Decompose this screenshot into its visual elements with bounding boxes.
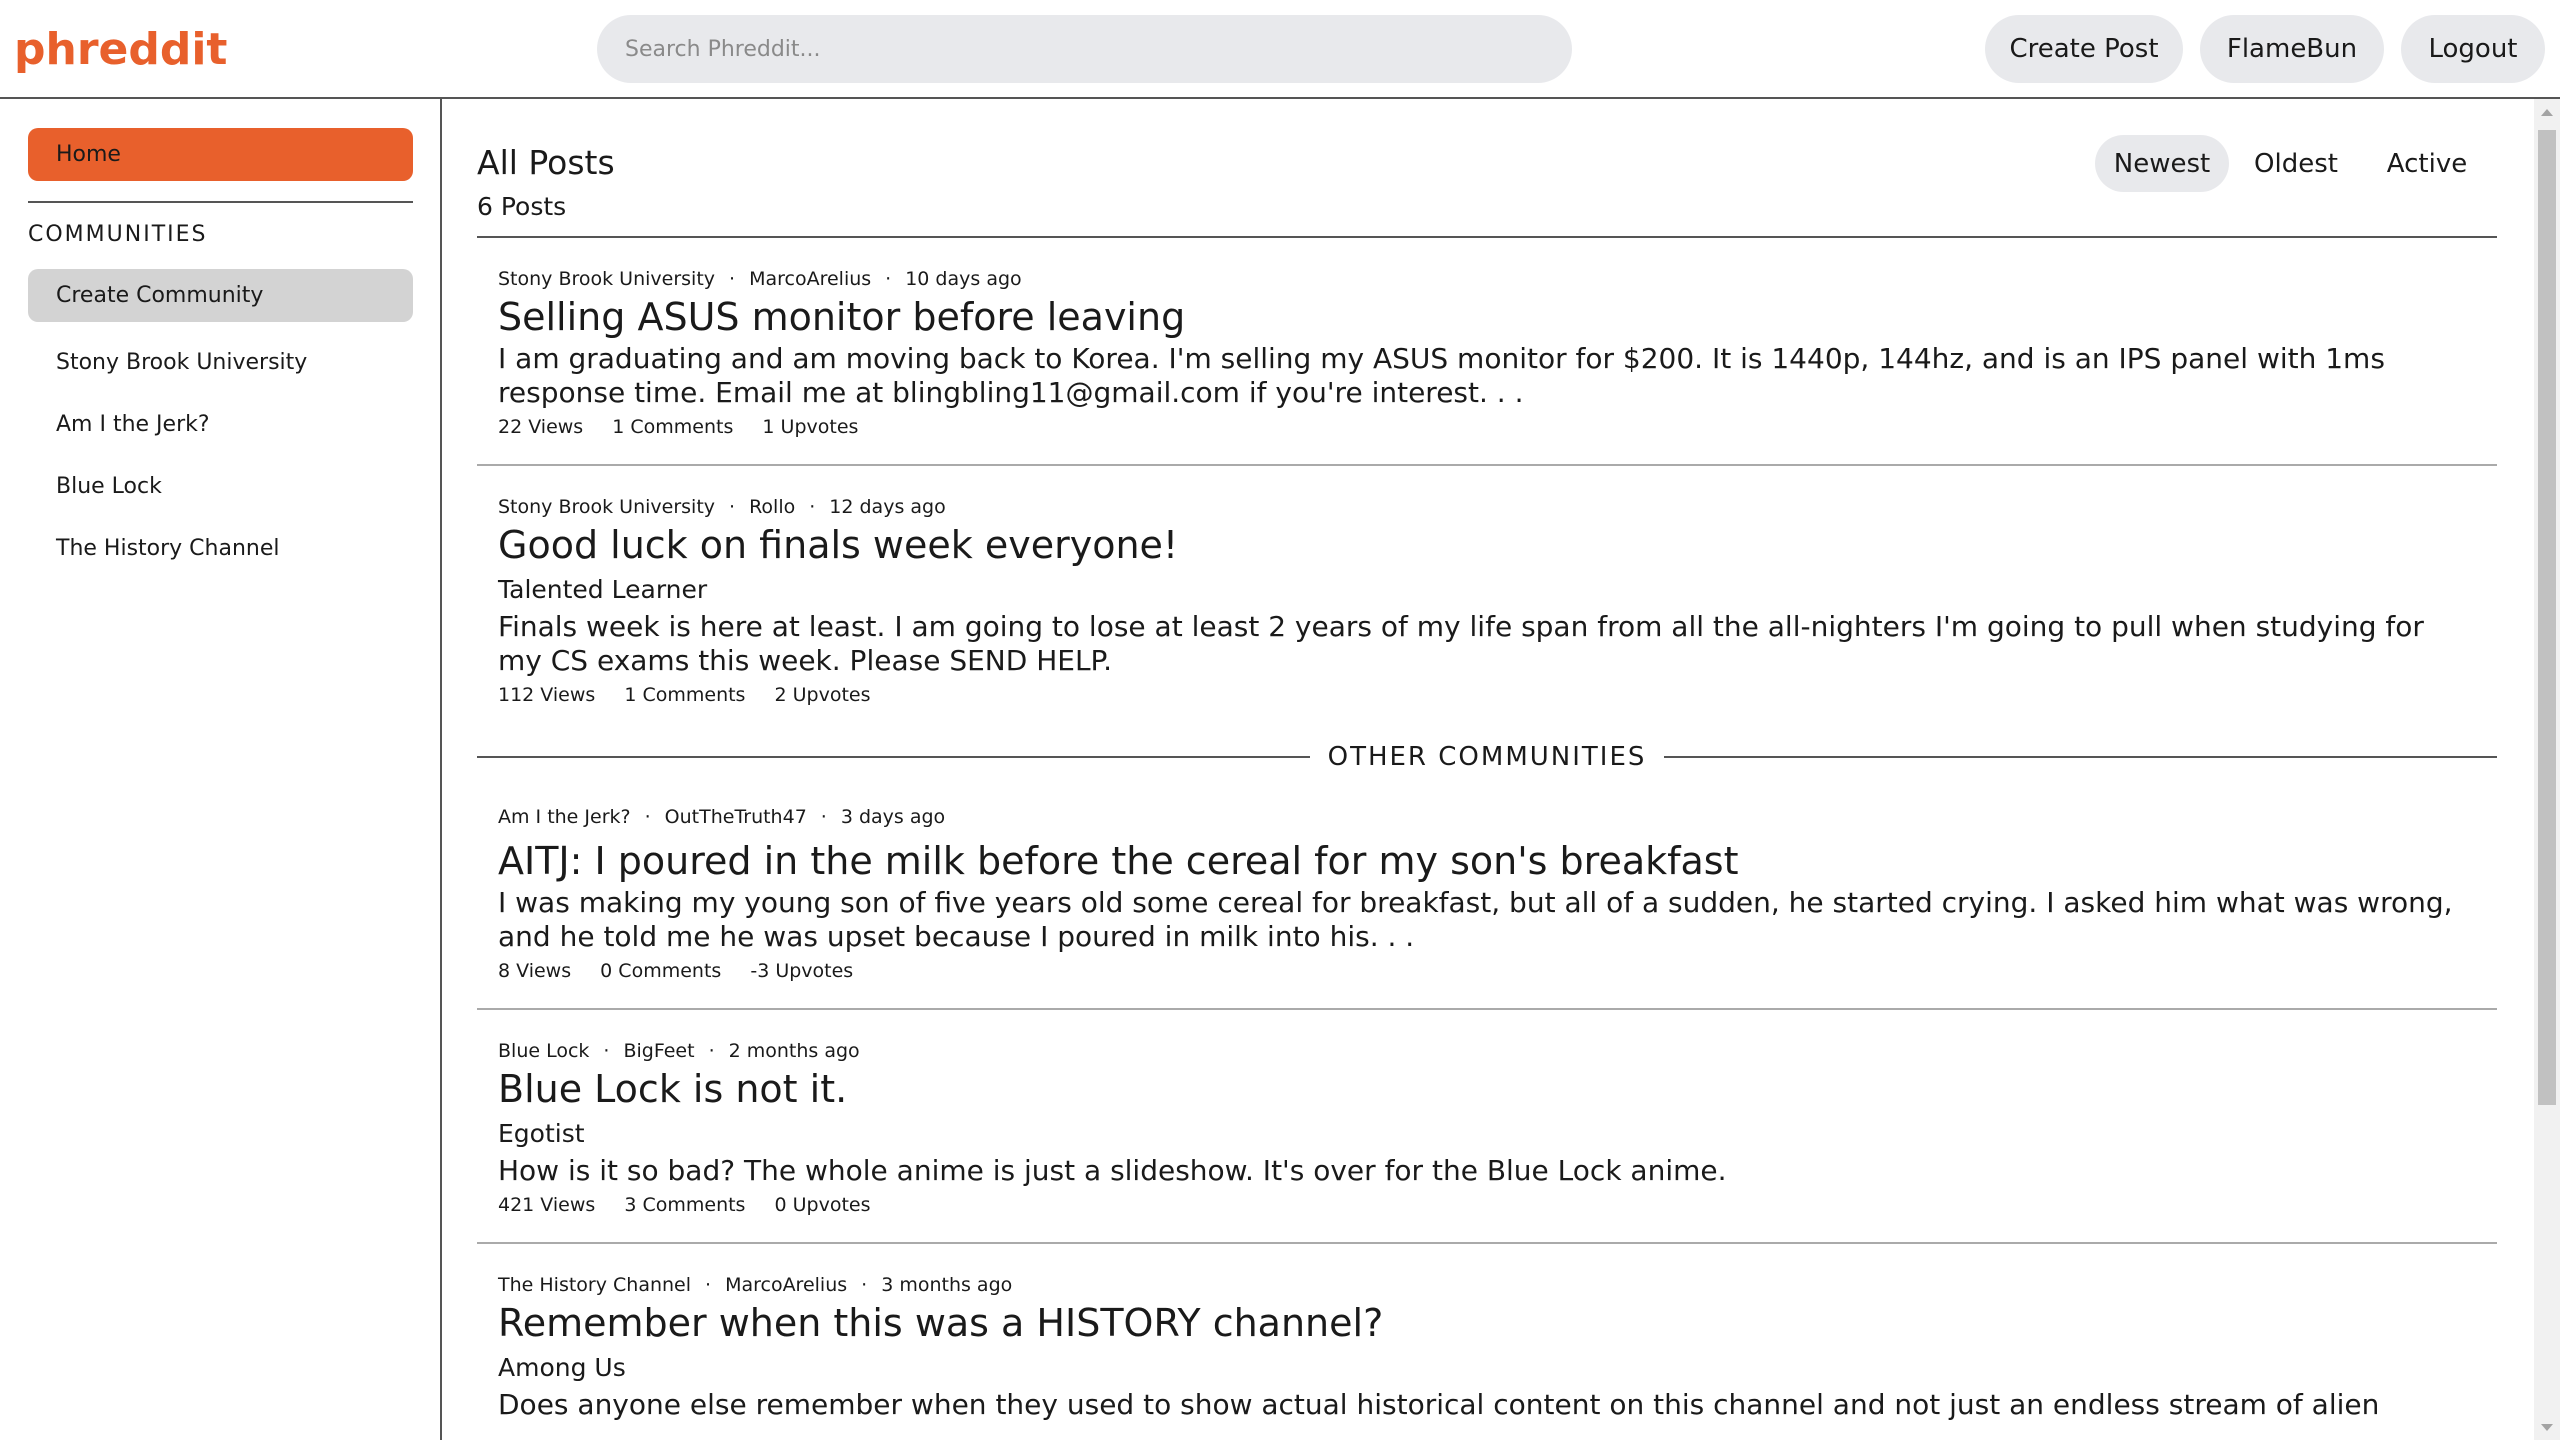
post-comments: 1 Comments bbox=[624, 684, 746, 706]
post-stats: 112 Views 1 Comments 2 Upvotes bbox=[498, 678, 2457, 732]
page-title: All Posts bbox=[477, 143, 615, 182]
home-link[interactable]: Home bbox=[28, 128, 413, 181]
meta-separator: · bbox=[708, 1040, 715, 1062]
post-meta: Stony Brook University · Rollo · 12 days… bbox=[498, 466, 2457, 518]
post-stats: 8 Views 0 Comments -3 Upvotes bbox=[498, 954, 2457, 1008]
meta-separator: · bbox=[820, 806, 827, 828]
meta-separator: · bbox=[861, 1274, 868, 1296]
post-time: 10 days ago bbox=[905, 268, 1022, 290]
vertical-scrollbar[interactable] bbox=[2534, 99, 2560, 1440]
post-card[interactable]: The History Channel · MarcoArelius · 3 m… bbox=[477, 1244, 2497, 1422]
community-link-stony-brook[interactable]: Stony Brook University bbox=[28, 331, 413, 393]
meta-separator: · bbox=[809, 496, 816, 518]
sort-oldest-button[interactable]: Oldest bbox=[2234, 135, 2358, 192]
post-title[interactable]: Good luck on finals week everyone! bbox=[498, 520, 2457, 570]
sidebar-divider bbox=[28, 201, 413, 203]
meta-separator: · bbox=[705, 1274, 712, 1296]
post-views: 421 Views bbox=[498, 1194, 596, 1216]
post-card[interactable]: Stony Brook University · Rollo · 12 days… bbox=[477, 466, 2497, 732]
post-views: 8 Views bbox=[498, 960, 572, 982]
post-author: Rollo bbox=[749, 496, 796, 518]
meta-separator: · bbox=[644, 806, 651, 828]
post-flair: Talented Learner bbox=[498, 575, 708, 604]
post-views: 22 Views bbox=[498, 416, 584, 438]
post-title[interactable]: AITJ: I poured in the milk before the ce… bbox=[498, 836, 2457, 886]
post-flair: Egotist bbox=[498, 1119, 585, 1148]
post-meta: Am I the Jerk? · OutTheTruth47 · 3 days … bbox=[498, 782, 2457, 834]
post-meta: Blue Lock · BigFeet · 2 months ago bbox=[498, 1010, 2457, 1062]
meta-separator: · bbox=[729, 268, 736, 290]
post-feed: Stony Brook University · MarcoArelius · … bbox=[477, 238, 2497, 1422]
post-count: 6 Posts bbox=[477, 192, 567, 221]
meta-separator: · bbox=[885, 268, 892, 290]
community-link-history-channel[interactable]: The History Channel bbox=[28, 517, 413, 579]
sort-active-button[interactable]: Active bbox=[2362, 135, 2492, 192]
post-card[interactable]: Stony Brook University · MarcoArelius · … bbox=[477, 238, 2497, 466]
post-community: Stony Brook University bbox=[498, 496, 716, 518]
post-body: How is it so bad? The whole anime is jus… bbox=[498, 1154, 1727, 1187]
post-meta: The History Channel · MarcoArelius · 3 m… bbox=[498, 1244, 2457, 1296]
search-input[interactable] bbox=[597, 15, 1572, 83]
main-content: All Posts 6 Posts Newest Oldest Active S… bbox=[444, 99, 2534, 1440]
post-card[interactable]: Blue Lock · BigFeet · 2 months ago Blue … bbox=[477, 1010, 2497, 1244]
post-community: Blue Lock bbox=[498, 1040, 590, 1062]
community-link-blue-lock[interactable]: Blue Lock bbox=[28, 455, 413, 517]
post-card[interactable]: Am I the Jerk? · OutTheTruth47 · 3 days … bbox=[477, 782, 2497, 1010]
separator-line bbox=[477, 756, 1310, 758]
logout-button[interactable]: Logout bbox=[2401, 15, 2545, 83]
post-flair: Among Us bbox=[498, 1353, 626, 1382]
post-author: OutTheTruth47 bbox=[664, 806, 807, 828]
other-communities-separator: OTHER COMMUNITIES bbox=[477, 732, 2497, 782]
post-community: Stony Brook University bbox=[498, 268, 716, 290]
post-time: 3 months ago bbox=[881, 1274, 1013, 1296]
sort-newest-button[interactable]: Newest bbox=[2095, 135, 2229, 192]
other-communities-label: OTHER COMMUNITIES bbox=[1327, 742, 1647, 772]
post-comments: 1 Comments bbox=[612, 416, 734, 438]
scroll-down-arrow-icon[interactable] bbox=[2534, 1414, 2560, 1440]
create-community-button[interactable]: Create Community bbox=[28, 269, 413, 322]
post-comments: 3 Comments bbox=[624, 1194, 746, 1216]
post-upvotes: 1 Upvotes bbox=[762, 416, 859, 438]
post-time: 12 days ago bbox=[829, 496, 946, 518]
post-author: MarcoArelius bbox=[725, 1274, 848, 1296]
post-body: Does anyone else remember when they used… bbox=[498, 1388, 2380, 1421]
scrollbar-thumb[interactable] bbox=[2538, 130, 2556, 1105]
post-views: 112 Views bbox=[498, 684, 596, 706]
communities-heading: COMMUNITIES bbox=[28, 222, 208, 247]
post-title[interactable]: Selling ASUS monitor before leaving bbox=[498, 292, 2457, 342]
post-stats: 421 Views 3 Comments 0 Upvotes bbox=[498, 1188, 2457, 1242]
post-body: Finals week is here at least. I am going… bbox=[498, 610, 2424, 677]
post-meta: Stony Brook University · MarcoArelius · … bbox=[498, 238, 2457, 290]
post-author: MarcoArelius bbox=[749, 268, 872, 290]
post-community: The History Channel bbox=[498, 1274, 692, 1296]
separator-line bbox=[1664, 756, 2497, 758]
create-post-button[interactable]: Create Post bbox=[1985, 15, 2183, 83]
post-author: BigFeet bbox=[623, 1040, 695, 1062]
sidebar: Home COMMUNITIES Create Community Stony … bbox=[0, 99, 442, 1440]
post-title[interactable]: Blue Lock is not it. bbox=[498, 1064, 2457, 1114]
post-time: 3 days ago bbox=[840, 806, 946, 828]
community-list: Stony Brook University Am I the Jerk? Bl… bbox=[28, 331, 413, 579]
meta-separator: · bbox=[729, 496, 736, 518]
post-body: I was making my young son of five years … bbox=[498, 886, 2453, 953]
community-link-am-i-the-jerk[interactable]: Am I the Jerk? bbox=[28, 393, 413, 455]
scroll-up-arrow-icon[interactable] bbox=[2534, 99, 2560, 125]
post-upvotes: 0 Upvotes bbox=[774, 1194, 871, 1216]
header: phreddit Create Post FlameBun Logout bbox=[0, 0, 2560, 99]
post-comments: 0 Comments bbox=[600, 960, 722, 982]
user-profile-button[interactable]: FlameBun bbox=[2200, 15, 2384, 83]
post-title[interactable]: Remember when this was a HISTORY channel… bbox=[498, 1298, 2457, 1348]
post-community: Am I the Jerk? bbox=[498, 806, 631, 828]
post-upvotes: 2 Upvotes bbox=[774, 684, 871, 706]
post-body: I am graduating and am moving back to Ko… bbox=[498, 342, 2385, 409]
post-time: 2 months ago bbox=[728, 1040, 860, 1062]
post-upvotes: -3 Upvotes bbox=[750, 960, 854, 982]
post-stats: 22 Views 1 Comments 1 Upvotes bbox=[498, 410, 2457, 464]
logo[interactable]: phreddit bbox=[14, 20, 227, 80]
meta-separator: · bbox=[603, 1040, 610, 1062]
